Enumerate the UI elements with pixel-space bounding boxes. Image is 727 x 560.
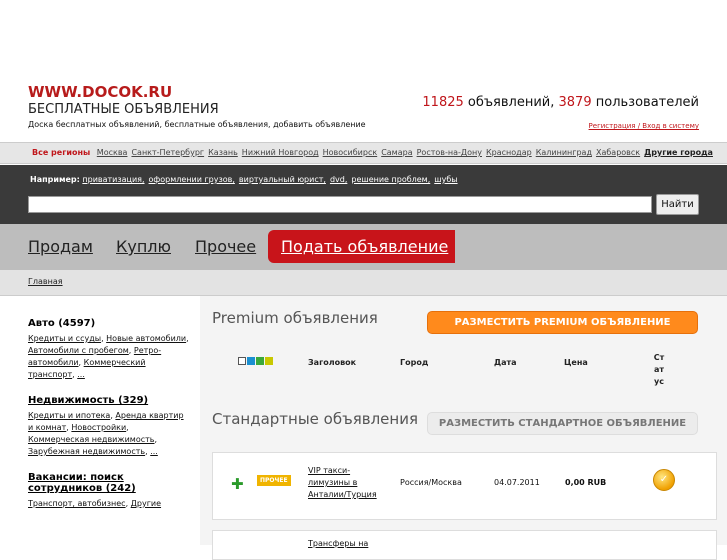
listing-title[interactable]: Трансферы на [308, 539, 368, 548]
main-nav: Продам Куплю Прочее Подать объявление [0, 224, 727, 270]
subcategory-link[interactable]: ... [150, 447, 158, 456]
col-date: Дата [494, 358, 517, 367]
site-logo[interactable]: WWW.DOCOK.RU [28, 83, 172, 101]
standard-title: Стандартные объявления [212, 410, 418, 428]
subcategory-link[interactable]: Коммерческая недвижимость [28, 435, 155, 444]
register-login-link[interactable]: Регистрация / Вход в систему [589, 122, 699, 130]
plus-icon[interactable]: ✚ [231, 475, 244, 493]
subcategory-link[interactable]: Автомобили с пробегом [28, 346, 129, 355]
status-check-icon: ✓ [653, 469, 675, 491]
category-badge: ПРОЧЕЕ [257, 475, 291, 486]
examples-label: Например: [30, 175, 80, 184]
listing-price: 0,00 RUB [565, 478, 607, 487]
ads-label: объявлений, [463, 95, 559, 110]
nav-buy[interactable]: Куплю [116, 237, 171, 256]
subcategory-link[interactable]: Новые автомобили [106, 334, 186, 343]
breadcrumb-home[interactable]: Главная [28, 277, 63, 286]
post-ad-tab[interactable]: Подать объявление [268, 230, 455, 263]
table-header: Заголовок Город Дата Цена Статус [200, 346, 727, 386]
color-swatch[interactable] [265, 357, 273, 365]
region-all[interactable]: Все регионы [32, 148, 90, 157]
users-count: 3879 [558, 95, 592, 110]
category-title[interactable]: Вакансии: поиск сотрудников (242) [28, 472, 190, 494]
search-panel: Например: приватизация, оформлении грузов… [0, 165, 727, 224]
col-title: Заголовок [308, 358, 357, 367]
post-ad-label[interactable]: Подать объявление [281, 237, 448, 256]
search-input[interactable] [28, 196, 652, 213]
col-price: Цена [564, 358, 588, 367]
region-city[interactable]: Ростов-на-Дону [417, 148, 482, 157]
search-example-link[interactable]: решение проблем, [351, 175, 430, 184]
category-title[interactable]: Недвижимость (329) [28, 395, 190, 406]
top-space [0, 0, 727, 80]
subcategory-link[interactable]: Кредиты и ссуды [28, 334, 101, 343]
listing-city: Россия/Москва [400, 478, 462, 487]
category-links: Кредиты и ипотека, Аренда квартир и комн… [28, 411, 184, 456]
col-city: Город [400, 358, 429, 367]
color-filter[interactable] [238, 357, 274, 366]
table-row[interactable]: ✚ ПРОЧЕЕ VIP такси-лимузины в Анталии/Ту… [212, 452, 717, 520]
category-links: Кредиты и ссуды, Новые автомобили, Автом… [28, 334, 189, 379]
category-sidebar: Авто (4597) Кредиты и ссуды, Новые автомо… [28, 318, 190, 524]
listing-date: 04.07.2011 [494, 478, 540, 487]
search-examples: Например: приватизация, оформлении грузов… [30, 175, 462, 184]
region-city[interactable]: Самара [381, 148, 412, 157]
ads-count: 11825 [422, 95, 464, 110]
subcategory-link[interactable]: ... [77, 370, 85, 379]
region-city[interactable]: Калининград [536, 148, 592, 157]
col-status: Статус [653, 353, 665, 386]
regions-bar: Все регионы Москва Санкт-Петербург Казань Н… [0, 142, 727, 164]
region-city[interactable]: Санкт-Петербург [131, 148, 204, 157]
color-swatch[interactable] [247, 357, 255, 365]
search-example-link[interactable]: виртуальный юрист, [239, 175, 326, 184]
color-swatch[interactable] [238, 357, 246, 365]
subcategory-link[interactable]: Кредиты и ипотека [28, 411, 110, 420]
region-city[interactable]: Хабаровск [596, 148, 640, 157]
search-button[interactable]: Найти [656, 194, 699, 215]
premium-post-button[interactable]: РАЗМЕСТИТЬ PREMIUM ОБЪЯВЛЕНИЕ [427, 311, 698, 334]
subcategory-link[interactable]: Транспорт, автобизнес [28, 499, 126, 508]
search-example-link[interactable]: dvd, [330, 175, 347, 184]
subcategory-link[interactable]: Новостройки [71, 423, 126, 432]
subcategory-link[interactable]: Другие [131, 499, 161, 508]
subcategory-link[interactable]: Зарубежная недвижимость [28, 447, 145, 456]
region-city[interactable]: Казань [208, 148, 238, 157]
color-swatch[interactable] [256, 357, 264, 365]
site-description: Доска бесплатных объявлений, бесплатные … [28, 120, 366, 129]
category-links: Транспорт, автобизнес, Другие [28, 499, 162, 508]
region-city[interactable]: Новосибирск [323, 148, 378, 157]
region-other[interactable]: Другие города [644, 148, 713, 157]
category-title[interactable]: Авто (4597) [28, 318, 190, 329]
region-city[interactable]: Нижний Новгород [242, 148, 319, 157]
site-tagline: БЕСПЛАТНЫЕ ОБЪЯВЛЕНИЯ [28, 102, 219, 117]
listings-panel: Premium объявления РАЗМЕСТИТЬ PREMIUM ОБ… [200, 296, 727, 560]
region-city[interactable]: Краснодар [486, 148, 532, 157]
search-example-link[interactable]: приватизация, [82, 175, 144, 184]
search-example-link[interactable]: шубы [434, 175, 457, 184]
standard-post-button[interactable]: РАЗМЕСТИТЬ СТАНДАРТНОЕ ОБЪЯВЛЕНИЕ [427, 412, 698, 435]
table-row[interactable]: Трансферы на [212, 530, 717, 560]
site-stats: 11825 объявлений, 3879 пользователей [422, 95, 699, 110]
breadcrumb: Главная [0, 270, 727, 296]
search-example-link[interactable]: оформлении грузов, [149, 175, 235, 184]
nav-sell[interactable]: Продам [28, 237, 93, 256]
users-label: пользователей [591, 95, 699, 110]
region-city[interactable]: Москва [97, 148, 128, 157]
listing-title[interactable]: VIP такси-лимузины в Анталии/Турция [308, 466, 377, 499]
premium-title: Premium объявления [212, 309, 378, 327]
site-header: WWW.DOCOK.RU БЕСПЛАТНЫЕ ОБЪЯВЛЕНИЯ Доска… [0, 80, 727, 140]
nav-other[interactable]: Прочее [195, 237, 256, 256]
